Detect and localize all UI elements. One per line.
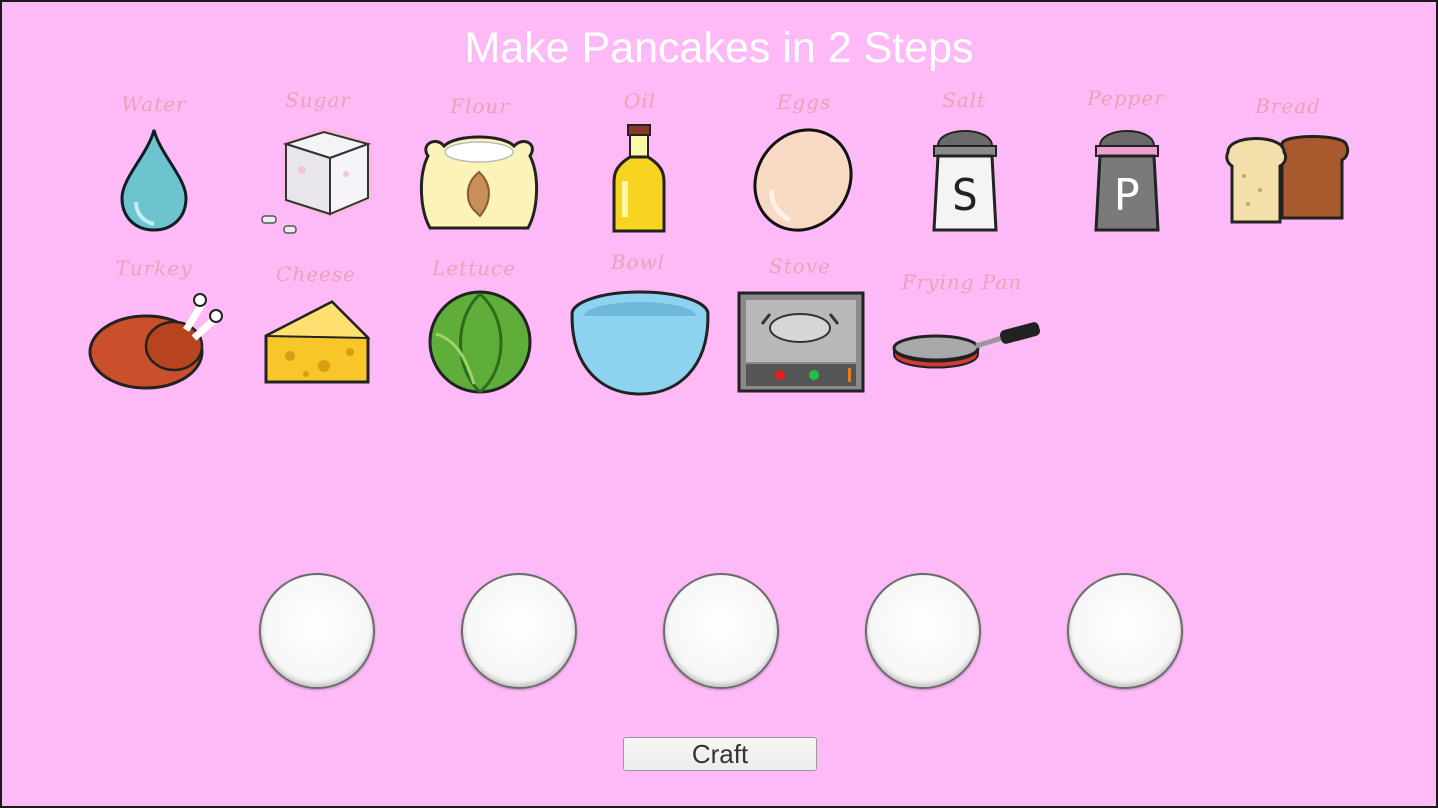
ingredient-cheese[interactable]: Cheese <box>236 260 396 420</box>
craft-slot-2[interactable] <box>461 573 577 689</box>
svg-text:P: P <box>1114 170 1141 221</box>
ingredient-label: Bread <box>1255 94 1321 118</box>
ingredient-bread[interactable]: Bread <box>1208 92 1368 252</box>
water-drop-icon <box>120 129 188 232</box>
sugar-cube-icon <box>261 128 372 234</box>
ingredient-pepper[interactable]: Pepper P <box>1046 84 1206 244</box>
salt-shaker-icon: S <box>932 130 998 232</box>
ingredient-label: Frying Pan <box>901 270 1023 294</box>
ingredient-flour[interactable]: Flour <box>400 92 560 252</box>
ingredient-salt[interactable]: Salt S <box>884 86 1044 246</box>
ingredient-stove[interactable]: Stove <box>720 252 880 412</box>
frying-pan-icon <box>892 322 1041 369</box>
ingredient-label: Salt <box>941 88 987 112</box>
bowl-icon <box>570 290 710 396</box>
ingredient-frying-pan[interactable]: Frying Pan <box>882 268 1042 428</box>
craft-button[interactable]: Craft <box>623 737 817 771</box>
egg-icon <box>753 128 853 232</box>
ingredient-label: Eggs <box>776 90 832 114</box>
ingredient-label: Pepper <box>1087 86 1165 110</box>
ingredient-label: Flour <box>450 94 510 118</box>
oil-bottle-icon <box>612 124 666 233</box>
ingredient-water[interactable]: Water <box>74 90 234 250</box>
ingredient-label: Sugar <box>285 88 351 112</box>
flour-sack-icon <box>419 135 539 230</box>
page-title: Make Pancakes in 2 Steps <box>464 24 974 72</box>
ingredient-label: Lettuce <box>431 256 517 280</box>
roast-turkey-icon <box>88 293 223 390</box>
pepper-shaker-icon: P <box>1094 130 1160 232</box>
craft-slot-1[interactable] <box>259 573 375 689</box>
ingredient-sugar[interactable]: Sugar <box>238 86 398 246</box>
ingredient-label: Bowl <box>610 250 666 274</box>
cheese-wedge-icon <box>264 300 371 384</box>
ingredient-label: Turkey <box>115 256 193 280</box>
ingredient-label: Water <box>121 92 187 116</box>
game-canvas: Make Pancakes in 2 Steps Water Sugar Flo… <box>2 2 1436 806</box>
lettuce-icon <box>428 290 532 394</box>
ingredient-bowl[interactable]: Bowl <box>558 248 718 408</box>
ingredient-lettuce[interactable]: Lettuce <box>394 254 554 414</box>
bread-loaf-icon <box>1225 135 1350 224</box>
ingredient-turkey[interactable]: Turkey <box>74 254 234 414</box>
ingredient-oil[interactable]: Oil <box>560 87 720 247</box>
svg-text:S: S <box>952 170 979 221</box>
ingredient-label: Stove <box>769 254 831 278</box>
craft-slot-4[interactable] <box>865 573 981 689</box>
ingredient-label: Cheese <box>276 262 356 286</box>
craft-slot-5[interactable] <box>1067 573 1183 689</box>
ingredient-eggs[interactable]: Eggs <box>724 88 884 248</box>
craft-slot-3[interactable] <box>663 573 779 689</box>
stove-icon <box>737 291 865 393</box>
ingredient-label: Oil <box>623 89 657 113</box>
